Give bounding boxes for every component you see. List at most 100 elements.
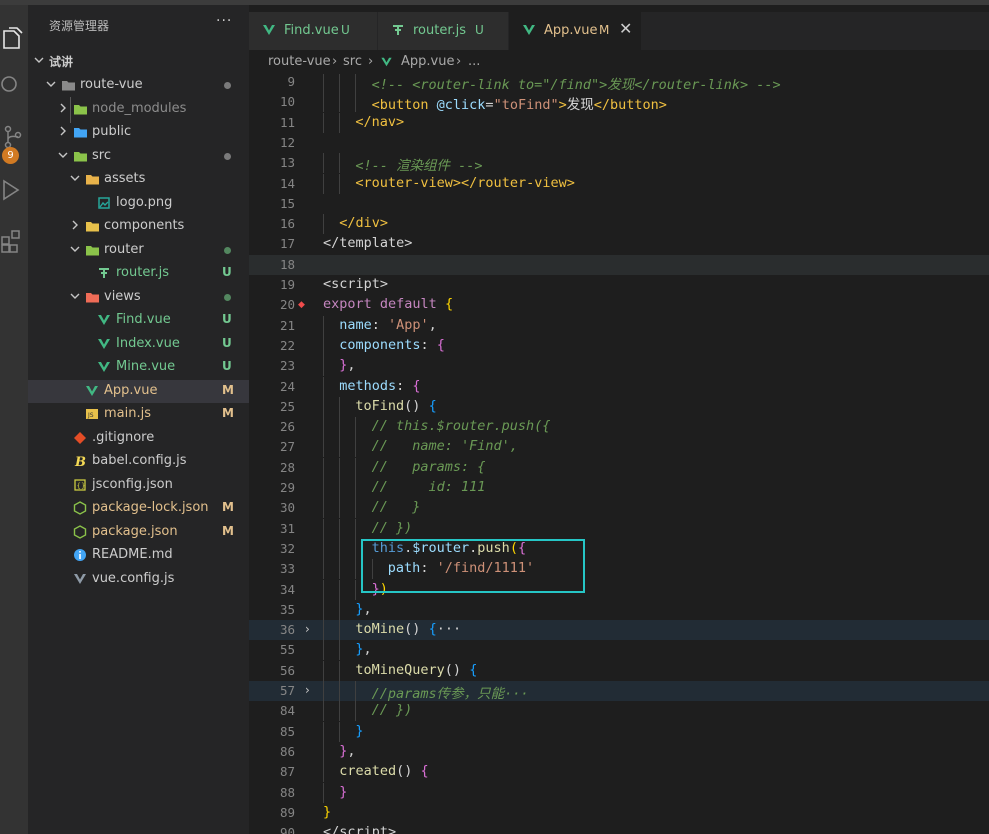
modified-dot-indicator xyxy=(224,246,231,254)
breadcrumb-item[interactable]: route-vue xyxy=(268,54,331,69)
workspace-section-header[interactable]: 试讲 xyxy=(28,50,249,73)
breadcrumb-item[interactable]: ... xyxy=(468,54,480,69)
code-line[interactable]: 36 › toMine() {··· xyxy=(249,620,989,641)
run-debug-icon[interactable] xyxy=(0,177,28,205)
tree-item-public[interactable]: public xyxy=(28,121,249,144)
line-number: 23 xyxy=(279,358,295,374)
code-line[interactable]: 89} xyxy=(249,803,989,823)
tree-item-router-js[interactable]: router.js U xyxy=(28,262,249,285)
code-line[interactable]: 10 <button @click="toFind">发现</button> xyxy=(249,92,989,113)
tree-item-src[interactable]: src xyxy=(28,145,249,168)
chevron-right-icon[interactable]: › xyxy=(305,622,310,636)
code-line[interactable]: 21 name: 'App', xyxy=(249,315,989,336)
tree-item-index-vue[interactable]: Index.vue U xyxy=(28,333,249,356)
search-icon[interactable] xyxy=(0,73,28,101)
code-text: // }) xyxy=(371,702,413,719)
code-line[interactable]: 12 xyxy=(249,133,989,153)
extensions-icon[interactable] xyxy=(0,229,28,257)
code-text: </script> xyxy=(323,824,397,834)
code-line[interactable]: 56 toMineQuery() { xyxy=(249,660,989,681)
tree-item-package-json[interactable]: package.json M xyxy=(28,521,249,544)
code-line[interactable]: 17 </template> xyxy=(249,234,989,254)
code-text: <!-- <router-link to="/find">发现</router-… xyxy=(371,77,781,93)
tree-item-route-vue[interactable]: route-vue xyxy=(28,74,249,97)
indent-guide xyxy=(323,660,324,681)
code-line[interactable]: 27 // name: 'Find', xyxy=(249,437,989,458)
code-line[interactable]: 33 path: '/find/1111' xyxy=(249,559,989,580)
code-line[interactable]: 87 created() { xyxy=(249,762,989,783)
tab-router-js[interactable]: router.js U xyxy=(378,12,509,50)
explorer-files-icon[interactable] xyxy=(0,27,28,55)
tab-find-vue[interactable]: Find.vue U xyxy=(249,12,378,50)
code-line[interactable]: 16 </div> xyxy=(249,214,989,235)
code-line[interactable]: 55}, xyxy=(249,640,989,661)
code-line[interactable]: 86}, xyxy=(249,741,989,762)
code-line[interactable]: 20 ◆ export default { xyxy=(249,295,989,315)
tree-item-components[interactable]: components xyxy=(28,215,249,238)
tree-item-package-lock-json[interactable]: package-lock.json M xyxy=(28,497,249,520)
line-number: 13 xyxy=(279,155,295,171)
code-text: methods: { xyxy=(339,377,421,394)
code-line[interactable]: 24 methods: { xyxy=(249,376,989,397)
tree-item-vue-config-js[interactable]: vue.config.js xyxy=(28,568,249,591)
code-line[interactable]: 84 // }) xyxy=(249,701,989,722)
code-line[interactable]: 28 // params: { xyxy=(249,457,989,478)
code-line[interactable]: 18 xyxy=(249,254,989,275)
tree-item-node-modules[interactable]: node_modules xyxy=(28,98,249,121)
tab-app-vue[interactable]: App.vue M ✕ xyxy=(509,12,642,50)
tree-item-readme-md[interactable]: README.md xyxy=(28,544,249,567)
line-number: 22 xyxy=(279,337,295,353)
tree-item-find-vue[interactable]: Find.vue U xyxy=(28,309,249,332)
breadcrumb-item[interactable]: src xyxy=(343,54,362,69)
indent-guide xyxy=(355,417,357,438)
tree-item-label: public xyxy=(92,124,132,139)
indent-guide xyxy=(70,97,71,123)
tree-item-app-vue[interactable]: App.vue M xyxy=(28,379,249,403)
tree-item-babel-config-js[interactable]: Bbabel.config.js xyxy=(28,450,249,473)
breadcrumb-item[interactable]: App.vue xyxy=(401,54,454,69)
chevron-down-icon xyxy=(34,57,44,63)
indent-guide xyxy=(323,478,324,498)
indent-guide xyxy=(323,498,324,519)
code-line[interactable]: 34}) xyxy=(249,579,989,600)
tree-item-main-js[interactable]: JS main.js M xyxy=(28,403,249,426)
code-line[interactable]: 32 this.$router.push({ xyxy=(249,538,989,559)
code-line[interactable]: 35}, xyxy=(249,599,989,620)
tree-item-label: src xyxy=(92,147,111,163)
tree-item-router[interactable]: router xyxy=(28,239,249,262)
chevron-right-icon[interactable]: › xyxy=(305,683,310,697)
tree-item-logo-png[interactable]: logo.png xyxy=(28,192,249,215)
code-line[interactable]: 19 <script> xyxy=(249,275,989,295)
code-line[interactable]: 31 // }) xyxy=(249,518,989,539)
vue-file-icon xyxy=(381,57,392,67)
code-editor[interactable]: 9 <!-- <router-link to="/find">发现</router… xyxy=(249,74,989,834)
close-icon[interactable]: ✕ xyxy=(619,19,632,38)
code-line[interactable]: 13 <!-- 渲染组件 --> xyxy=(249,153,989,174)
indent-guide xyxy=(323,782,324,803)
code-line[interactable]: 23}, xyxy=(249,356,989,377)
line-number: 88 xyxy=(279,784,295,800)
code-line[interactable]: 11 </nav> xyxy=(249,112,989,133)
git-file-icon xyxy=(74,431,86,444)
tree-item-views[interactable]: views xyxy=(28,286,249,309)
code-line[interactable]: 26 // this.$router.push({ xyxy=(249,417,989,438)
more-actions-button[interactable]: ··· xyxy=(216,13,232,29)
code-line[interactable]: 14 <router-view></router-view> xyxy=(249,173,989,194)
tree-item-assets[interactable]: assets xyxy=(28,168,249,191)
tree-item-gitignore[interactable]: .gitignore xyxy=(28,427,249,450)
code-line[interactable]: 29 // id: 111 xyxy=(249,478,989,498)
tree-item-mine-vue[interactable]: Mine.vue U xyxy=(28,356,249,379)
code-line[interactable]: 22 components: { xyxy=(249,335,989,356)
router-file-icon xyxy=(99,268,109,278)
code-line[interactable]: 15 xyxy=(249,194,989,214)
code-line[interactable]: 88} xyxy=(249,782,989,803)
code-line[interactable]: 85} xyxy=(249,721,989,742)
line-number: 56 xyxy=(279,662,295,678)
code-line[interactable]: 25 toFind() { xyxy=(249,396,989,417)
code-line[interactable]: 57 › //params传参，只能··· xyxy=(249,681,989,702)
code-line[interactable]: 30 // } xyxy=(249,498,989,519)
line-number: 57 xyxy=(279,683,295,698)
tree-item-jsconfig-json[interactable]: {} jsconfig.json xyxy=(28,474,249,497)
code-line[interactable]: 90 </script> xyxy=(249,823,989,834)
code-line[interactable]: 9 <!-- <router-link to="/find">发现</router… xyxy=(249,74,989,93)
